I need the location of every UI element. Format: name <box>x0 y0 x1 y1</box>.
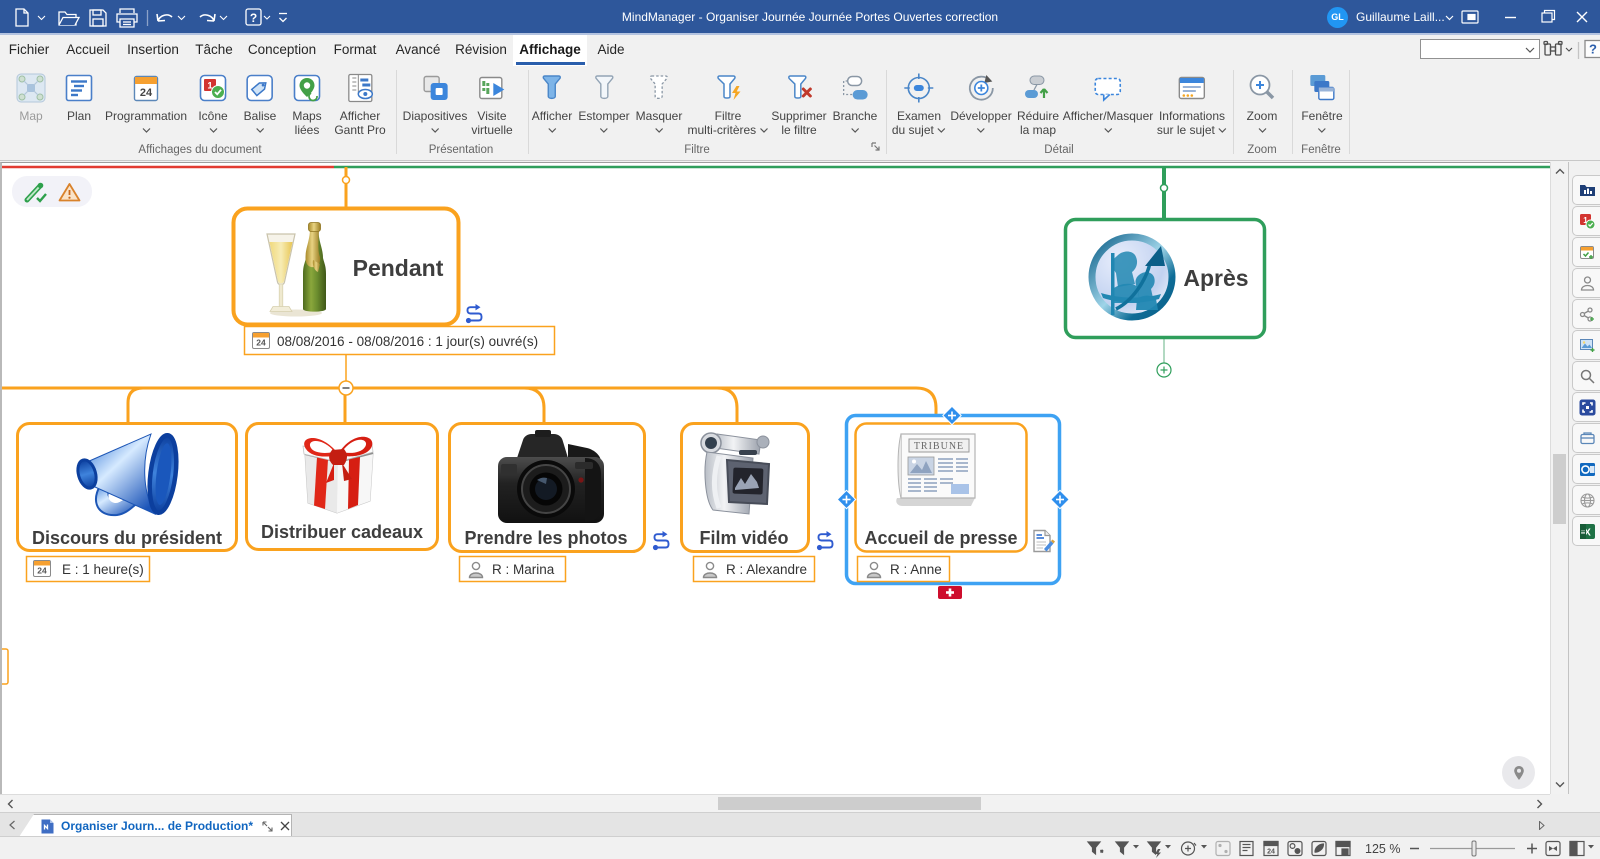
svg-text:≡: ≡ <box>1580 528 1585 537</box>
svg-text:Film vidéo: Film vidéo <box>699 528 788 548</box>
svg-text:?: ? <box>1589 42 1597 57</box>
svg-text:R : Marina: R : Marina <box>492 562 555 577</box>
svg-text:Accueil de presse: Accueil de presse <box>864 528 1017 548</box>
svg-text:R : Alexandre: R : Alexandre <box>726 562 807 577</box>
svg-text:R : Anne: R : Anne <box>890 562 942 577</box>
svg-text:24: 24 <box>256 338 266 348</box>
svg-text:125 %: 125 % <box>1365 842 1400 856</box>
svg-text:24: 24 <box>140 87 153 99</box>
svg-text:08/08/2016 - 08/08/2016 : 1 jo: 08/08/2016 - 08/08/2016 : 1 jour(s) ouvr… <box>277 334 538 349</box>
svg-text:Distribuer cadeaux: Distribuer cadeaux <box>261 522 423 542</box>
svg-text:Après: Après <box>1183 265 1248 291</box>
svg-text:24: 24 <box>37 566 47 576</box>
svg-text:24: 24 <box>1267 849 1275 856</box>
svg-text:?: ? <box>250 11 257 25</box>
svg-text:Prendre les photos: Prendre les photos <box>464 528 627 548</box>
svg-text:E : 1 heure(s): E : 1 heure(s) <box>62 562 144 577</box>
svg-text:TRIBUNE: TRIBUNE <box>914 441 964 452</box>
svg-text:Pendant: Pendant <box>353 255 444 281</box>
svg-text:Discours du président: Discours du président <box>32 528 222 548</box>
